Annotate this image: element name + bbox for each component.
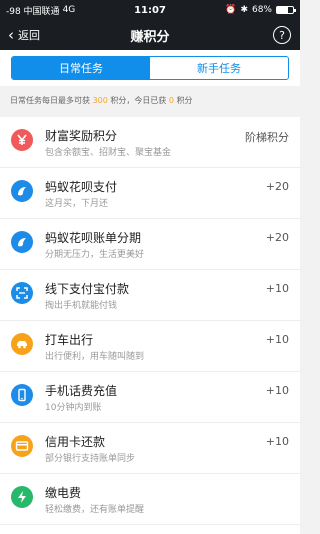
status-bar: -98 中国联通 4G 11:07 ⏰ ✱ 68% — [0, 0, 300, 20]
segmented-control: 日常任务 新手任务 — [11, 56, 289, 80]
task-points: +20 — [265, 180, 289, 193]
battery-fill — [277, 7, 288, 13]
task-points: +20 — [265, 231, 289, 244]
info-mid: 积分，今日已获 — [110, 96, 167, 105]
task-points: 阶梯积分 — [245, 131, 289, 144]
task-item[interactable]: 信用卡还款部分银行支持账单同步 +10 — [0, 423, 300, 474]
info-earned-points: 0 — [168, 96, 175, 105]
alarm-icon: ⏰ — [225, 5, 237, 15]
info-prefix: 日常任务每日最多可获 — [10, 96, 90, 105]
task-subtitle: 轻松缴费，还有账单提醒 — [45, 505, 145, 515]
task-subtitle: 出行便利，用车随叫随到 — [45, 352, 145, 362]
nav-bar: ‹ 返回 赚积分 ? — [0, 20, 300, 50]
scan-icon — [11, 282, 33, 304]
task-subtitle: 这月买，下月还 — [45, 199, 109, 209]
credit-card-icon — [11, 435, 33, 457]
task-subtitle: 包含余额宝、招财宝、聚宝基金 — [45, 148, 172, 158]
task-title: 信用卡还款 — [45, 435, 106, 449]
yen-icon — [11, 129, 33, 151]
back-label: 返回 — [18, 29, 40, 42]
task-item[interactable]: 打车出行出行便利，用车随叫随到 +10 — [0, 321, 300, 372]
huabei-icon — [11, 231, 33, 253]
network-label: 4G — [62, 5, 76, 15]
task-title: 蚂蚁花呗账单分期 — [45, 231, 142, 245]
phone-icon — [11, 384, 33, 406]
info-suffix: 积分 — [176, 96, 193, 105]
bluetooth-icon: ✱ — [240, 5, 248, 15]
task-points: +10 — [265, 435, 289, 448]
tab-1[interactable]: 新手任务 — [150, 57, 288, 79]
battery-icon — [276, 6, 296, 14]
tab-0[interactable]: 日常任务 — [12, 57, 150, 79]
task-title: 蚂蚁花呗支付 — [45, 180, 118, 194]
task-points: +10 — [265, 384, 289, 397]
task-list: 财富奖励积分包含余额宝、招财宝、聚宝基金 阶梯积分蚂蚁花呗支付这月买，下月还 +20… — [0, 117, 300, 534]
task-item[interactable]: 线下支付宝付款掏出手机就能付钱 +10 — [0, 270, 300, 321]
carrier-label: -98 中国联通 — [6, 6, 60, 17]
status-left: -98 中国联通 4G — [6, 4, 225, 17]
task-subtitle: 掏出手机就能付钱 — [45, 301, 118, 311]
task-points: +10 — [265, 282, 289, 295]
huabei-icon — [11, 180, 33, 202]
task-title: 线下支付宝付款 — [45, 282, 130, 296]
task-item[interactable]: 手机话费充值 10分钟内到账 +10 — [0, 372, 300, 423]
task-item[interactable]: 蚂蚁花呗支付这月买，下月还 +20 — [0, 168, 300, 219]
car-icon — [11, 333, 33, 355]
battery-percent: 68% — [251, 5, 272, 15]
lightning-icon — [11, 486, 33, 508]
back-button[interactable]: ‹ 返回 — [8, 20, 40, 50]
tab-bar: 日常任务 新手任务 — [0, 50, 300, 86]
task-subtitle: 10分钟内到账 — [45, 403, 102, 413]
task-item[interactable]: 财富奖励积分包含余额宝、招财宝、聚宝基金 阶梯积分 — [0, 117, 300, 168]
task-title: 打车出行 — [45, 333, 94, 347]
task-points: +10 — [265, 333, 289, 346]
chevron-left-icon: ‹ — [8, 25, 14, 44]
task-item[interactable]: 蚂蚁花呗账单分期分期无压力，生活更美好 +20 — [0, 219, 300, 270]
help-button[interactable]: ? — [273, 26, 291, 44]
task-title: 手机话费充值 — [45, 384, 118, 398]
task-item[interactable]: 缴电费轻松缴费，还有账单提醒 — [0, 474, 300, 525]
task-title: 缴电费 — [45, 486, 82, 500]
points-info: 日常任务每日最多可获 300 积分，今日已获 0 积分 — [10, 94, 295, 108]
info-max-points: 300 — [92, 96, 108, 105]
task-subtitle: 分期无压力，生活更美好 — [45, 250, 145, 260]
task-title: 财富奖励积分 — [45, 129, 118, 143]
page-title: 赚积分 — [130, 29, 170, 45]
task-subtitle: 部分银行支持账单同步 — [45, 454, 136, 464]
status-right: ⏰ ✱ 68% — [225, 5, 296, 15]
